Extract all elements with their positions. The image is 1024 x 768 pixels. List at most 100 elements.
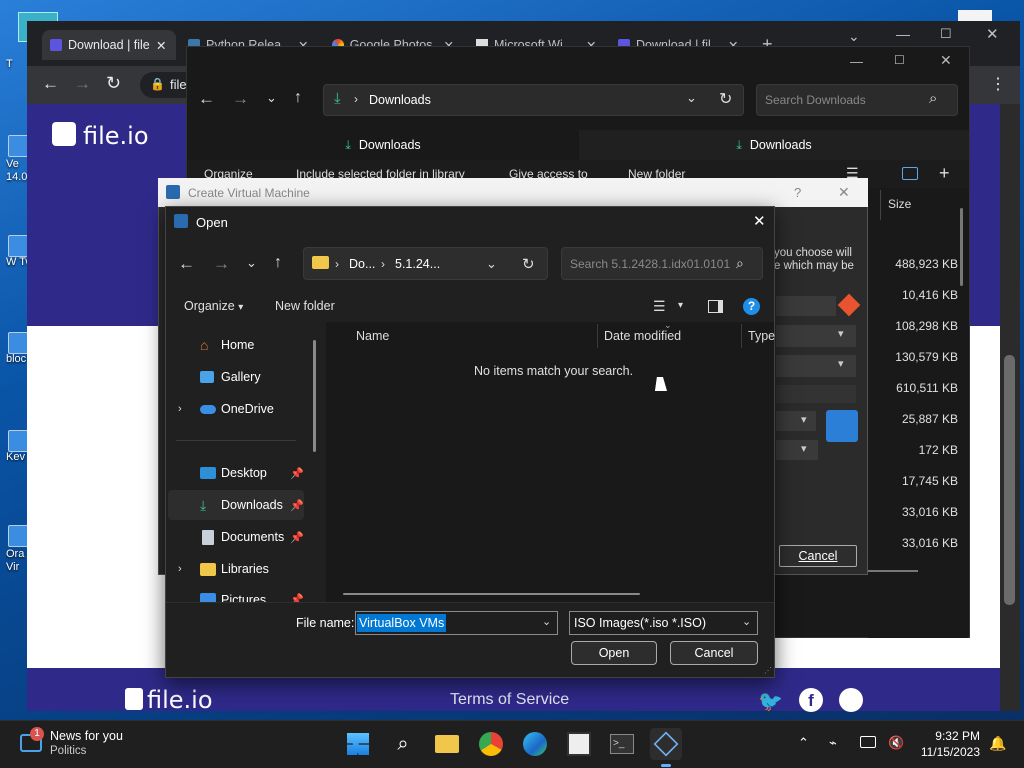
chevron-down-icon[interactable]: ▾ bbox=[838, 357, 844, 370]
open-button[interactable]: Open bbox=[571, 641, 657, 665]
pin-icon[interactable]: 📌 bbox=[290, 593, 304, 602]
file-list-hscroll-thumb[interactable] bbox=[343, 593, 640, 595]
facebook-icon[interactable]: f bbox=[799, 688, 823, 712]
vm-name-field[interactable] bbox=[776, 296, 836, 316]
chevron-down-icon[interactable]: ▾ bbox=[801, 442, 807, 455]
back-icon[interactable]: ← bbox=[198, 89, 215, 109]
forward-icon[interactable]: → bbox=[74, 74, 91, 94]
close-icon[interactable]: ✕ bbox=[753, 212, 766, 230]
new-folder-button[interactable]: New folder bbox=[275, 299, 335, 313]
vm-type-combo[interactable] bbox=[776, 411, 816, 431]
column-header-name[interactable]: Name bbox=[356, 329, 389, 343]
explorer-scrollbar-thumb[interactable] bbox=[960, 208, 963, 286]
breadcrumb-item[interactable]: 5.1.24... bbox=[395, 257, 440, 271]
close-icon[interactable]: ✕ bbox=[940, 52, 952, 69]
refresh-icon[interactable]: ↻ bbox=[522, 255, 535, 273]
size-column-header[interactable]: Size bbox=[888, 197, 911, 211]
preview-pane-icon[interactable] bbox=[902, 167, 918, 180]
back-icon[interactable]: ← bbox=[42, 74, 59, 94]
back-icon[interactable]: ← bbox=[178, 254, 195, 274]
chevron-down-icon[interactable]: ▾ bbox=[678, 300, 683, 311]
notification-bell-icon[interactable]: 🔔 bbox=[989, 735, 1006, 752]
chevron-down-icon[interactable]: ▾ bbox=[801, 413, 807, 426]
clock-date[interactable]: 11/15/2023 bbox=[910, 745, 980, 759]
nav-item-onedrive[interactable]: › OneDrive bbox=[168, 394, 304, 424]
nav-item-libraries[interactable]: › Libraries bbox=[168, 554, 304, 584]
virtualbox-taskbar-icon[interactable] bbox=[650, 728, 682, 760]
volume-muted-icon[interactable]: 🔇 bbox=[888, 735, 904, 751]
up-icon[interactable]: ↑ bbox=[274, 254, 282, 272]
menu-icon[interactable]: ⋮ bbox=[990, 74, 1006, 94]
cancel-button[interactable]: Cancel bbox=[670, 641, 758, 665]
forward-icon[interactable]: → bbox=[232, 89, 249, 109]
start-button[interactable] bbox=[342, 728, 374, 760]
chevron-down-icon[interactable]: ⌄ bbox=[266, 90, 277, 106]
help-icon[interactable]: ? bbox=[743, 298, 760, 315]
terminal-taskbar-icon[interactable]: >_ bbox=[606, 728, 638, 760]
refresh-icon[interactable]: ↻ bbox=[719, 89, 732, 109]
network-icon[interactable]: ⌁ bbox=[829, 735, 837, 751]
vm-iso-combo[interactable] bbox=[776, 355, 856, 377]
help-button[interactable]: ? bbox=[794, 185, 801, 200]
organize-menu[interactable]: Organize ▾ bbox=[184, 299, 243, 313]
app-taskbar-icon[interactable] bbox=[563, 728, 595, 760]
column-header-type[interactable]: Type bbox=[748, 329, 775, 343]
maximize-icon[interactable]: ☐ bbox=[940, 26, 952, 42]
create-vm-cancel-button[interactable]: Cancel bbox=[779, 545, 857, 567]
minimize-icon[interactable]: — bbox=[896, 26, 910, 42]
add-icon[interactable]: + bbox=[939, 163, 950, 184]
maximize-icon[interactable]: ☐ bbox=[894, 53, 905, 67]
breadcrumb-item[interactable]: Do... bbox=[349, 257, 375, 271]
chevron-down-icon[interactable]: ⌄ bbox=[742, 615, 751, 628]
search-icon[interactable]: ⌕ bbox=[387, 728, 419, 760]
chevron-up-icon[interactable]: ⌃ bbox=[798, 735, 809, 751]
chevron-right-icon[interactable]: › bbox=[178, 563, 192, 575]
chrome-tab-active[interactable]: Download | file ✕ bbox=[42, 30, 176, 60]
clock-time[interactable]: 9:32 PM bbox=[920, 729, 980, 743]
chrome-taskbar-icon[interactable] bbox=[475, 728, 507, 760]
twitter-icon[interactable]: 🐦 bbox=[758, 689, 783, 714]
preview-pane-icon[interactable] bbox=[708, 300, 723, 313]
resize-grip-icon[interactable]: ⋰ bbox=[764, 666, 772, 675]
tab-search-icon[interactable]: ⌄ bbox=[848, 28, 860, 45]
chevron-down-icon[interactable]: ⌄ bbox=[542, 615, 551, 628]
close-icon[interactable]: ✕ bbox=[986, 25, 999, 43]
close-icon[interactable]: ✕ bbox=[156, 38, 166, 53]
chevron-down-icon[interactable]: ⌄ bbox=[486, 256, 497, 272]
file-explorer-taskbar-icon[interactable] bbox=[431, 728, 463, 760]
minimize-icon[interactable]: — bbox=[850, 54, 863, 69]
reddit-icon[interactable] bbox=[839, 688, 863, 712]
column-header-date[interactable]: Date modified bbox=[604, 329, 681, 343]
reload-icon[interactable]: ↻ bbox=[106, 73, 121, 94]
explorer-tab-1[interactable]: ⤓ Downloads bbox=[187, 130, 579, 160]
terms-link[interactable]: Terms of Service bbox=[450, 691, 569, 709]
vm-folder-combo[interactable] bbox=[776, 325, 856, 347]
nav-item-pictures[interactable]: Pictures 📌 bbox=[168, 586, 304, 602]
forward-icon[interactable]: → bbox=[213, 254, 230, 274]
explorer-tab-2[interactable]: ⤓ Downloads bbox=[579, 130, 969, 160]
chevron-down-icon[interactable]: ▾ bbox=[838, 327, 844, 340]
nav-scrollbar-thumb[interactable] bbox=[313, 340, 316, 452]
chevron-down-icon[interactable]: ⌄ bbox=[246, 255, 257, 271]
chevron-down-icon[interactable]: ⌄ bbox=[686, 90, 697, 106]
close-icon[interactable]: ✕ bbox=[838, 184, 850, 201]
nav-item-downloads[interactable]: ⤓ Downloads 📌 bbox=[168, 490, 304, 520]
view-list-icon[interactable]: ☰ bbox=[653, 298, 666, 315]
vm-version-combo[interactable] bbox=[776, 440, 818, 460]
explorer-hscroll-thumb[interactable] bbox=[866, 570, 918, 572]
up-icon[interactable]: ↑ bbox=[294, 89, 302, 107]
edge-taskbar-icon[interactable] bbox=[519, 728, 551, 760]
pin-icon[interactable]: 📌 bbox=[290, 467, 304, 480]
footer-logo[interactable]: file.io bbox=[147, 686, 213, 714]
chevron-right-icon[interactable]: › bbox=[178, 403, 192, 415]
nav-item-gallery[interactable]: Gallery bbox=[168, 362, 304, 392]
nav-item-home[interactable]: ⌂ Home bbox=[168, 330, 304, 360]
pin-icon[interactable]: 📌 bbox=[290, 499, 304, 512]
nav-item-documents[interactable]: Documents 📌 bbox=[168, 522, 304, 552]
site-logo[interactable]: file.io bbox=[83, 122, 149, 150]
display-icon[interactable] bbox=[860, 736, 876, 748]
pin-icon[interactable]: 📌 bbox=[290, 531, 304, 544]
nav-item-desktop[interactable]: Desktop 📌 bbox=[168, 458, 304, 488]
news-title[interactable]: News for you bbox=[50, 729, 123, 743]
vm-edition-combo[interactable] bbox=[776, 385, 856, 403]
